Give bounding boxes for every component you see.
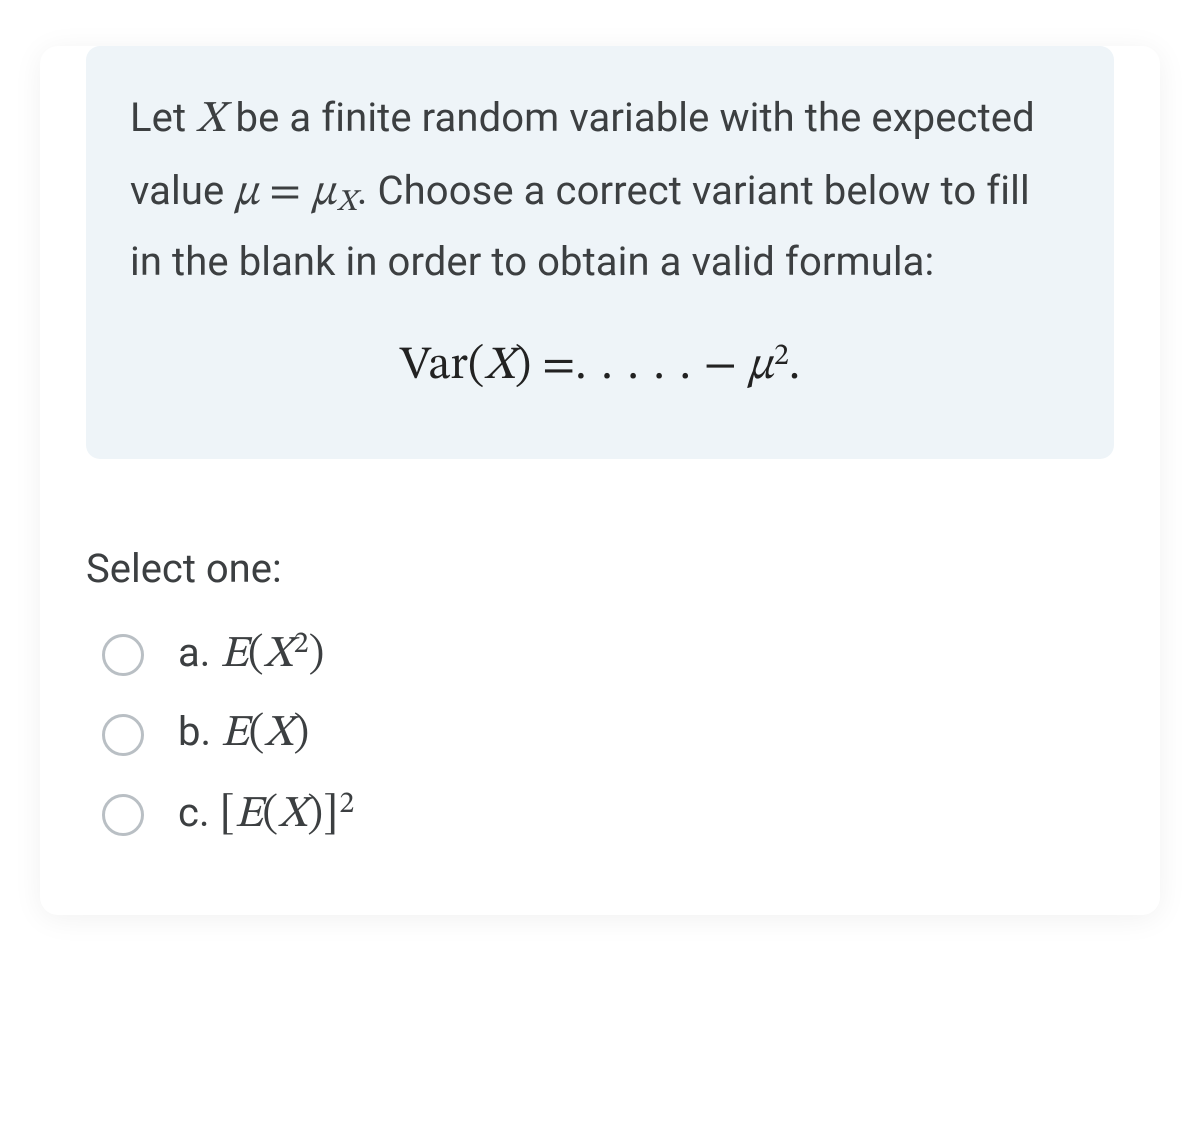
option-c-label: c. [E(X)]2 [178,786,354,843]
math-open: ( [262,793,278,837]
options-list: a. E(X2) b. E(X) c. [86,614,1114,855]
math-equals: = [531,343,575,389]
math-mu-sub: μ [311,171,335,215]
option-b[interactable]: b. E(X) [86,695,1114,774]
math-E: E [220,633,248,677]
math-open: ( [249,712,265,756]
math-close: ) [309,633,325,677]
math-X: X [278,793,307,837]
math-close-paren: ) [515,343,531,389]
math-X: X [264,712,293,756]
question-text: Let X be a finite random variable with t… [130,84,1070,295]
math-open-paren: ( [468,343,484,389]
formula-display: Var(X) =. . . . . − μ2. [130,337,1070,395]
math-close: ) [307,793,323,837]
option-a-label: a. E(X2) [178,626,324,683]
math-minus: − [693,343,748,389]
answer-block: Select one: a. E(X2) b. E(X) [86,545,1114,855]
math-close: ) [294,712,310,756]
math-rbracket: ] [323,793,338,837]
math-sq: 2 [339,790,354,820]
option-c-math: [E(X)]2 [219,786,354,843]
radio-icon[interactable] [102,634,144,676]
math-mu: μ [234,171,258,215]
math-blank-dots: . . . . . [575,343,693,389]
math-var-op: Var [400,343,468,389]
math-period: . [789,343,800,389]
math-subscript-x: X [337,188,357,218]
math-variable-x: X [484,343,515,389]
select-one-label: Select one: [86,545,1114,592]
radio-icon[interactable] [102,714,144,756]
option-letter: b. [178,708,211,755]
math-E: E [235,793,263,837]
math-equals: = [259,171,312,215]
math-sq: 2 [774,342,789,372]
option-a-math: E(X2) [220,626,324,683]
option-c[interactable]: c. [E(X)]2 [86,774,1114,855]
question-stem-box: Let X be a finite random variable with t… [86,46,1114,459]
option-b-math: E(X) [221,707,309,762]
option-letter: a. [178,629,210,676]
math-open: ( [248,633,264,677]
math-variable-x: X [196,98,225,142]
math-X: X [264,633,293,677]
question-card: Let X be a finite random variable with t… [40,46,1160,915]
text-fragment: Let [130,94,196,141]
option-letter: c. [178,789,209,836]
option-a[interactable]: a. E(X2) [86,614,1114,695]
radio-icon[interactable] [102,794,144,836]
option-b-label: b. E(X) [178,707,309,762]
math-E: E [221,712,249,756]
math-sq: 2 [294,630,309,660]
math-lbracket: [ [219,793,234,837]
math-mu: μ [748,343,773,389]
